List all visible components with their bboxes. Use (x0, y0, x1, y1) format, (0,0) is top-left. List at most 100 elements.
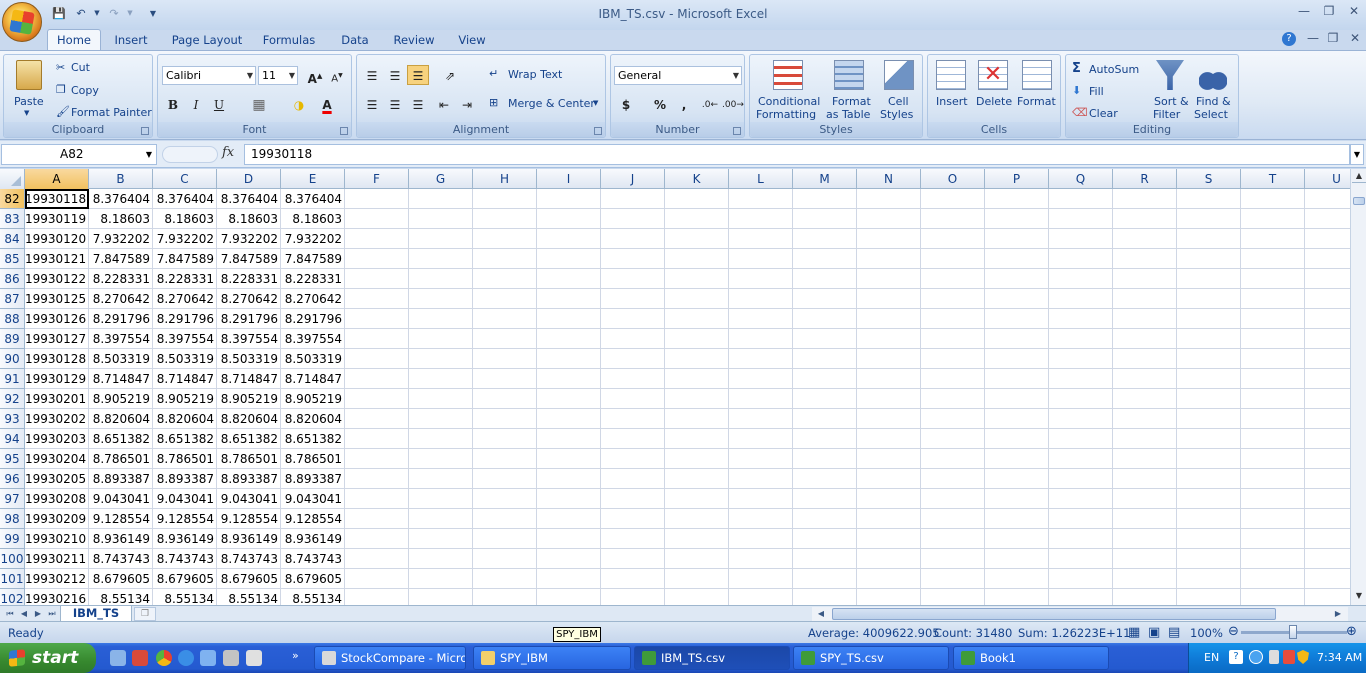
cell[interactable] (985, 349, 1049, 369)
cell[interactable] (473, 349, 537, 369)
cell[interactable] (473, 249, 537, 269)
cell[interactable] (665, 249, 729, 269)
cell[interactable] (409, 549, 473, 569)
first-sheet-icon[interactable]: ⏮ (4, 607, 16, 620)
cell[interactable]: 8.743743 (89, 549, 153, 569)
cell[interactable]: 9.128554 (89, 509, 153, 529)
merge-center-button[interactable]: Merge & Center (508, 97, 595, 110)
cell[interactable] (1113, 209, 1177, 229)
column-header[interactable]: M (793, 169, 857, 189)
cell[interactable] (921, 189, 985, 209)
cell[interactable] (729, 369, 793, 389)
cell[interactable] (1177, 189, 1241, 209)
cell[interactable] (537, 269, 601, 289)
chrome-icon[interactable] (156, 650, 172, 666)
cell[interactable] (601, 529, 665, 549)
cell[interactable] (665, 529, 729, 549)
tray-app-icon[interactable] (1249, 650, 1263, 664)
cell[interactable] (857, 589, 921, 605)
cell[interactable] (1241, 369, 1305, 389)
normal-view-icon[interactable]: ▦ (1128, 625, 1140, 640)
font-color-icon[interactable]: A (316, 94, 338, 114)
row-header[interactable]: 93 (0, 409, 25, 429)
help-icon[interactable]: ? (1282, 32, 1296, 46)
cell[interactable] (601, 249, 665, 269)
column-header[interactable]: I (537, 169, 601, 189)
cell[interactable] (1113, 529, 1177, 549)
cell[interactable] (1241, 389, 1305, 409)
task-spy-ts[interactable]: SPY_TS.csv (793, 646, 949, 670)
cell[interactable] (1305, 249, 1350, 269)
cell[interactable] (665, 489, 729, 509)
cell[interactable] (793, 469, 857, 489)
clear-button[interactable]: Clear (1089, 107, 1118, 120)
insert-cells-icon[interactable] (936, 60, 966, 90)
cell[interactable] (857, 529, 921, 549)
scroll-down-icon[interactable]: ▼ (1352, 589, 1366, 603)
cell[interactable] (857, 429, 921, 449)
cell[interactable]: 8.651382 (153, 429, 217, 449)
cell[interactable] (793, 289, 857, 309)
cell[interactable]: 8.18603 (281, 209, 345, 229)
cell[interactable] (665, 549, 729, 569)
row-header[interactable]: 88 (0, 309, 25, 329)
column-header[interactable]: H (473, 169, 537, 189)
cell[interactable] (857, 409, 921, 429)
split-box[interactable] (1352, 182, 1366, 186)
row-header[interactable]: 83 (0, 209, 25, 229)
cell[interactable] (1177, 369, 1241, 389)
minimize-icon[interactable]: — (1291, 4, 1317, 22)
increase-indent-icon[interactable]: ⇥ (456, 94, 478, 114)
cell[interactable] (1305, 549, 1350, 569)
cell[interactable] (409, 269, 473, 289)
cell[interactable] (921, 369, 985, 389)
cell[interactable] (537, 589, 601, 605)
cell[interactable] (1049, 189, 1113, 209)
cell[interactable] (537, 309, 601, 329)
worksheet-grid[interactable]: ABCDEFGHIJKLMNOPQRSTU 82 19930118 8.376404… (0, 169, 1350, 605)
cell[interactable]: 8.820604 (217, 409, 281, 429)
cell[interactable]: 8.55134 (281, 589, 345, 605)
start-button[interactable]: start (0, 643, 96, 673)
cell[interactable] (1177, 309, 1241, 329)
cell[interactable] (793, 369, 857, 389)
cell[interactable] (793, 449, 857, 469)
cell[interactable] (729, 429, 793, 449)
tab-view[interactable]: View (449, 30, 495, 50)
cell[interactable] (665, 289, 729, 309)
cell[interactable] (473, 489, 537, 509)
cell[interactable] (985, 589, 1049, 605)
cell[interactable] (1177, 329, 1241, 349)
sheet-tab-ibm-ts[interactable]: IBM_TS (60, 606, 132, 622)
cell[interactable] (985, 309, 1049, 329)
column-header[interactable]: U (1305, 169, 1350, 189)
cell[interactable]: 8.893387 (217, 469, 281, 489)
cell[interactable] (1113, 389, 1177, 409)
cell[interactable] (921, 509, 985, 529)
cell[interactable]: 8.376404 (217, 189, 281, 209)
cell[interactable] (1049, 209, 1113, 229)
cell[interactable] (601, 489, 665, 509)
cell[interactable] (1305, 449, 1350, 469)
task-spy-ibm[interactable]: SPY_IBM (473, 646, 631, 670)
cell[interactable] (1177, 209, 1241, 229)
cell[interactable] (601, 509, 665, 529)
cell[interactable]: 8.714847 (281, 369, 345, 389)
cell[interactable] (345, 549, 409, 569)
row-header[interactable]: 99 (0, 529, 25, 549)
cell[interactable]: 9.043041 (281, 489, 345, 509)
cell[interactable] (985, 489, 1049, 509)
cell[interactable] (921, 529, 985, 549)
align-bottom-icon[interactable]: ☰ (407, 65, 429, 85)
cell[interactable]: 19930212 (25, 569, 89, 589)
cell[interactable]: 8.228331 (153, 269, 217, 289)
tab-page-layout[interactable]: Page Layout (165, 30, 249, 50)
cell[interactable] (1177, 389, 1241, 409)
cell[interactable] (345, 589, 409, 605)
cell[interactable]: 8.376404 (281, 189, 345, 209)
cell[interactable] (537, 529, 601, 549)
cell[interactable] (409, 189, 473, 209)
cell[interactable] (1049, 529, 1113, 549)
cell[interactable] (665, 449, 729, 469)
decrease-decimal-icon[interactable]: .00→ (721, 94, 744, 114)
